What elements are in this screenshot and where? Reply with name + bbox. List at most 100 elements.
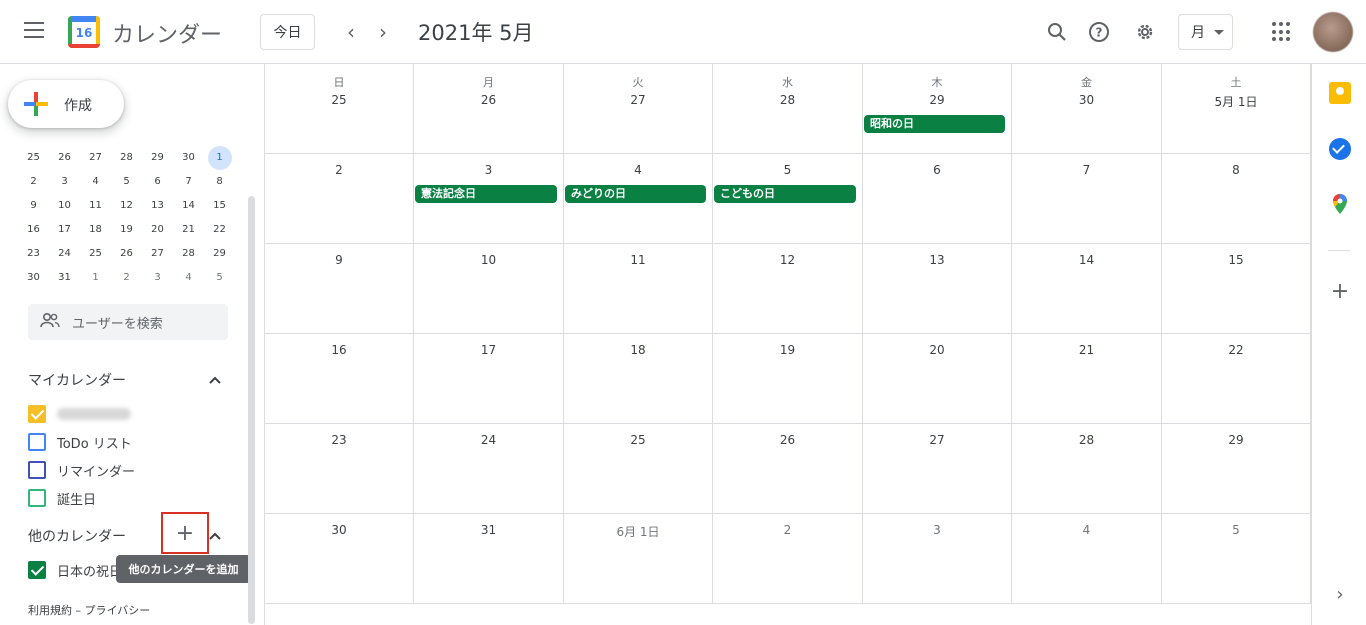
day-number[interactable]: 30 <box>1012 93 1161 107</box>
day-number[interactable]: 8 <box>1162 163 1310 177</box>
day-cell[interactable]: 2 <box>713 514 863 603</box>
mini-calendar-day[interactable]: 27 <box>142 244 173 268</box>
day-number[interactable]: 14 <box>1012 253 1161 267</box>
day-number[interactable]: 6月 1日 <box>564 523 712 540</box>
day-number[interactable]: 24 <box>414 433 563 447</box>
day-number[interactable]: 31 <box>414 523 563 537</box>
mini-calendar-day[interactable]: 8 <box>204 172 235 196</box>
mini-calendar-day[interactable]: 4 <box>173 268 204 292</box>
day-number[interactable]: 3 <box>863 523 1011 537</box>
day-cell[interactable]: 7 <box>1012 154 1162 243</box>
day-number[interactable]: 5月 1日 <box>1162 93 1310 110</box>
mini-calendar-day[interactable]: 29 <box>142 148 173 172</box>
mini-calendar-day[interactable]: 15 <box>204 196 235 220</box>
mini-calendar-day[interactable]: 27 <box>80 148 111 172</box>
mini-calendar-day[interactable]: 23 <box>18 244 49 268</box>
day-number[interactable]: 25 <box>564 433 712 447</box>
day-cell[interactable]: 30 <box>265 514 414 603</box>
mini-calendar-day[interactable]: 4 <box>80 172 111 196</box>
chevron-up-icon[interactable] <box>206 527 224 545</box>
avatar[interactable] <box>1313 12 1353 52</box>
holiday-event-chip[interactable]: みどりの日 <box>565 185 706 203</box>
mini-calendar-day[interactable]: 11 <box>80 196 111 220</box>
day-number[interactable]: 6 <box>863 163 1011 177</box>
day-cell[interactable]: 土 5月 1日 <box>1162 64 1311 153</box>
add-addon-icon[interactable]: + <box>1330 281 1350 303</box>
day-number[interactable]: 12 <box>713 253 862 267</box>
mini-calendar-day[interactable]: 21 <box>173 220 204 244</box>
day-cell[interactable]: 日 25 <box>265 64 414 153</box>
day-cell[interactable]: 21 <box>1012 334 1162 423</box>
day-cell[interactable]: 木 29 昭和の日 <box>863 64 1012 153</box>
day-cell[interactable]: 13 <box>863 244 1012 333</box>
mini-calendar-day[interactable]: 7 <box>173 172 204 196</box>
mini-calendar-day[interactable]: 25 <box>80 244 111 268</box>
mini-calendar-day[interactable]: 1 <box>80 268 111 292</box>
day-cell[interactable]: 17 <box>414 334 564 423</box>
day-number[interactable]: 21 <box>1012 343 1161 357</box>
apps-icon[interactable] <box>1272 22 1292 42</box>
mini-calendar-day[interactable]: 30 <box>18 268 49 292</box>
mini-calendar-day[interactable]: 13 <box>142 196 173 220</box>
day-number[interactable]: 27 <box>564 93 712 107</box>
maps-icon[interactable] <box>1333 194 1347 214</box>
mini-calendar-day[interactable]: 3 <box>142 268 173 292</box>
day-cell[interactable]: 31 <box>414 514 564 603</box>
day-cell[interactable]: 5 <box>1162 514 1311 603</box>
mini-calendar-day[interactable]: 26 <box>111 244 142 268</box>
day-cell[interactable]: 5 こどもの日 <box>713 154 863 243</box>
day-cell[interactable]: 11 <box>564 244 713 333</box>
mini-calendar-day[interactable]: 28 <box>111 148 142 172</box>
day-number[interactable]: 15 <box>1162 253 1310 267</box>
day-number[interactable]: 9 <box>265 253 413 267</box>
day-number[interactable]: 11 <box>564 253 712 267</box>
mini-calendar-day[interactable]: 2 <box>18 172 49 196</box>
day-number[interactable]: 30 <box>265 523 413 537</box>
day-number[interactable]: 19 <box>713 343 862 357</box>
day-cell[interactable]: 6月 1日 <box>564 514 713 603</box>
day-number[interactable]: 29 <box>1162 433 1310 447</box>
keep-icon[interactable] <box>1329 82 1351 104</box>
mini-calendar-day[interactable]: 10 <box>49 196 80 220</box>
mini-calendar-day[interactable]: 16 <box>18 220 49 244</box>
day-cell[interactable]: 26 <box>713 424 863 513</box>
mini-calendar-day[interactable]: 30 <box>173 148 204 172</box>
day-number[interactable]: 18 <box>564 343 712 357</box>
mini-calendar-day[interactable]: 2 <box>111 268 142 292</box>
day-cell[interactable]: 19 <box>713 334 863 423</box>
day-number[interactable]: 28 <box>713 93 862 107</box>
day-number[interactable]: 25 <box>265 93 413 107</box>
day-cell[interactable]: 16 <box>265 334 414 423</box>
day-number[interactable]: 20 <box>863 343 1011 357</box>
day-cell[interactable]: 29 <box>1162 424 1311 513</box>
day-number[interactable]: 4 <box>1012 523 1161 537</box>
mini-calendar-day[interactable]: 9 <box>18 196 49 220</box>
sidebar-scrollbar[interactable] <box>248 196 255 624</box>
mini-calendar-day[interactable]: 14 <box>173 196 204 220</box>
holiday-event-chip[interactable]: 昭和の日 <box>864 115 1005 133</box>
day-cell[interactable]: 23 <box>265 424 414 513</box>
other-calendars-title[interactable]: 他のカレンダー <box>28 526 126 546</box>
footer-links[interactable]: 利用規約 – プライバシー <box>28 602 150 618</box>
my-calendar-item[interactable]: リマインダー <box>28 458 135 482</box>
day-number[interactable]: 29 <box>863 93 1011 107</box>
day-number[interactable]: 10 <box>414 253 563 267</box>
people-search-input[interactable]: ユーザーを検索 <box>28 304 228 340</box>
day-number[interactable]: 27 <box>863 433 1011 447</box>
chevron-up-icon[interactable] <box>206 371 224 389</box>
calendar-checkbox[interactable] <box>28 561 46 579</box>
day-number[interactable]: 5 <box>713 163 862 177</box>
day-number[interactable]: 26 <box>414 93 563 107</box>
day-cell[interactable]: 4 <box>1012 514 1162 603</box>
day-cell[interactable]: 20 <box>863 334 1012 423</box>
day-cell[interactable]: 25 <box>564 424 713 513</box>
mini-calendar-day[interactable]: 18 <box>80 220 111 244</box>
holiday-event-chip[interactable]: 憲法記念日 <box>415 185 557 203</box>
mini-calendar-day[interactable]: 12 <box>111 196 142 220</box>
day-number[interactable]: 5 <box>1162 523 1310 537</box>
settings-icon[interactable] <box>1133 20 1157 44</box>
my-calendar-item[interactable] <box>28 402 131 426</box>
next-month-button[interactable]: › <box>371 20 395 44</box>
day-cell[interactable]: 27 <box>863 424 1012 513</box>
create-button[interactable]: 作成 <box>8 80 124 128</box>
